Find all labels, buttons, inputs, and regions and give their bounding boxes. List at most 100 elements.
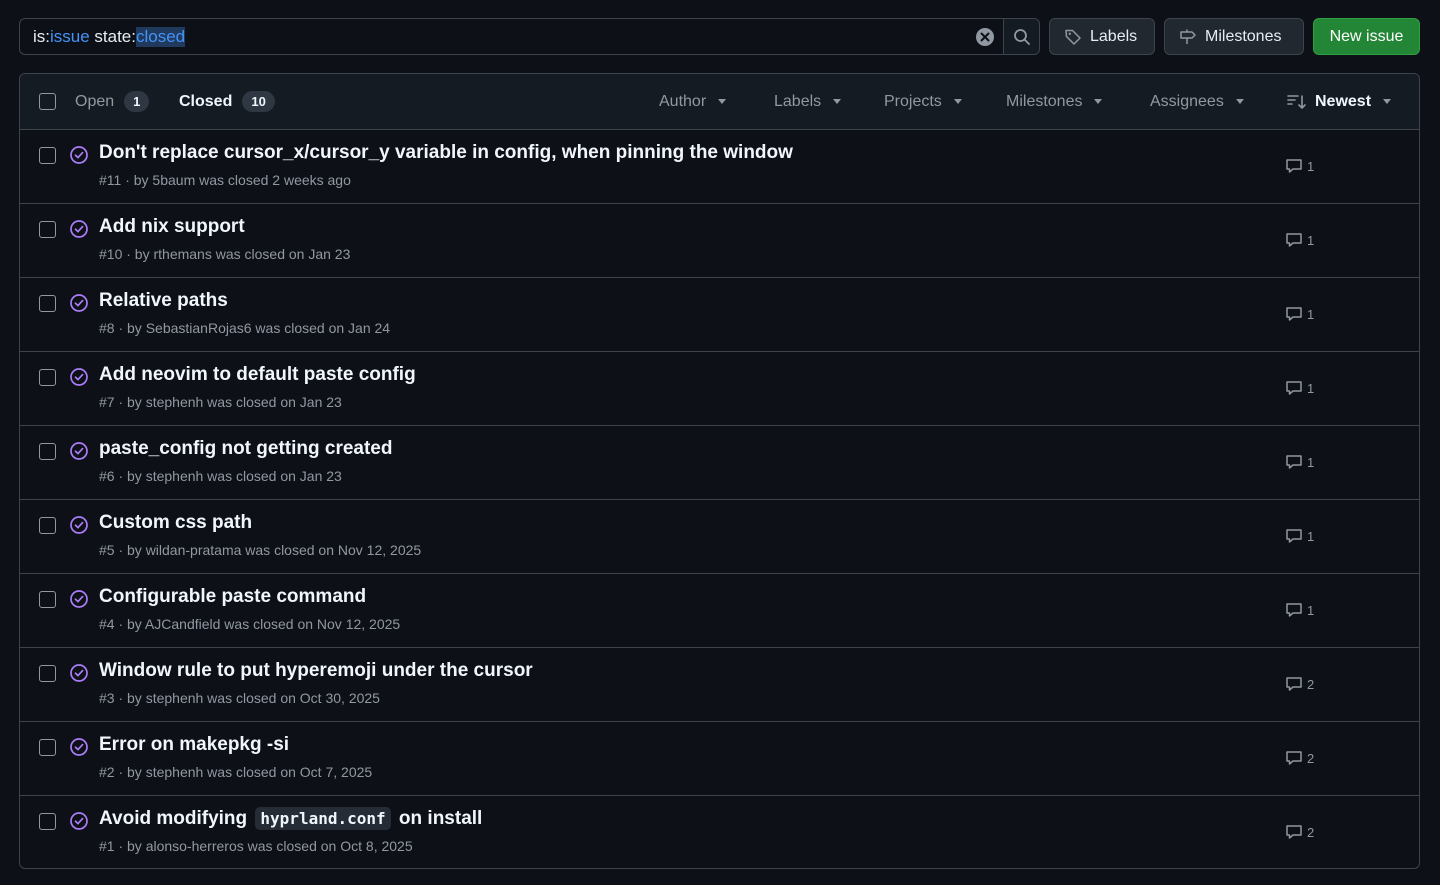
issue-closed-icon [70, 220, 88, 238]
tag-icon [1065, 29, 1081, 45]
issue-comments-link[interactable]: 1 [1285, 527, 1314, 545]
issues-header: Open 1 Closed 10 Author Labels Projects … [20, 74, 1419, 130]
issue-title-text: Avoid modifying [99, 808, 248, 829]
closed-count-badge: 10 [242, 91, 275, 112]
issue-title-link[interactable]: Custom css path [99, 512, 252, 534]
caret-down-icon [953, 99, 962, 104]
issue-meta: #5 · by wildan-pratama was closed on Nov… [99, 542, 422, 558]
labels-button[interactable]: Labels [1049, 18, 1155, 55]
comment-icon [1286, 603, 1302, 617]
issue-closed-icon [70, 812, 88, 830]
issue-meta: #8 · by SebastianRojas6 was closed on Ja… [99, 320, 391, 336]
tab-open[interactable]: Open 1 [75, 91, 150, 112]
issue-checkbox[interactable] [39, 517, 56, 534]
issue-comments-link[interactable]: 2 [1285, 823, 1314, 841]
issue-closed-icon [70, 664, 88, 682]
issue-row: Avoid modifying hyprland.conf on install… [20, 796, 1419, 868]
issue-list: Don't replace cursor_x/cursor_y variable… [20, 130, 1419, 868]
issue-row: Configurable paste command #4 · by AJCan… [20, 574, 1419, 648]
caret-down-icon [833, 99, 842, 104]
comment-icon [1286, 381, 1302, 395]
issue-checkbox[interactable] [39, 665, 56, 682]
assignees-filter[interactable]: Assignees [1150, 93, 1244, 111]
milestones-button-label: Milestones [1205, 27, 1282, 45]
issue-checkbox[interactable] [39, 369, 56, 386]
comment-count: 1 [1307, 380, 1315, 396]
issue-checkbox[interactable] [39, 739, 56, 756]
comment-icon [1286, 751, 1302, 765]
comment-count: 1 [1307, 454, 1315, 470]
issue-checkbox[interactable] [39, 147, 56, 164]
sort-filter[interactable]: Newest [1287, 92, 1392, 111]
assignees-filter-label: Assignees [1150, 92, 1224, 110]
issue-comments-link[interactable]: 1 [1285, 379, 1314, 397]
comment-count: 1 [1307, 528, 1315, 544]
issue-closed-icon [70, 590, 88, 608]
author-filter[interactable]: Author [659, 92, 727, 111]
comment-count: 2 [1307, 824, 1315, 840]
issue-comments-link[interactable]: 1 [1285, 601, 1314, 619]
issue-checkbox[interactable] [39, 813, 56, 830]
issue-closed-icon [70, 738, 88, 756]
search-input[interactable]: is: issue state: closed [20, 19, 967, 54]
issue-row: Custom css path #5 · by wildan-pratama w… [20, 500, 1419, 574]
issue-title-link[interactable]: Relative paths [99, 290, 228, 312]
milestones-filter-label: Milestones [1006, 92, 1083, 110]
issue-title-link[interactable]: Window rule to put hyperemoji under the … [99, 660, 533, 682]
issue-checkbox[interactable] [39, 591, 56, 608]
issue-title-link[interactable]: Avoid modifying hyprland.conf on install [99, 807, 482, 830]
issue-row: Relative paths #8 · by SebastianRojas6 w… [20, 278, 1419, 352]
labels-filter[interactable]: Labels [774, 92, 842, 111]
projects-filter[interactable]: Projects [884, 93, 962, 111]
issue-meta: #7 · by stephenh was closed on Jan 23 [99, 394, 342, 410]
issue-title-link[interactable]: Add neovim to default paste config [99, 364, 416, 386]
issue-title-link[interactable]: paste_config not getting created [99, 438, 392, 460]
issue-checkbox[interactable] [39, 295, 56, 312]
milestones-filter[interactable]: Milestones [1006, 92, 1103, 111]
comment-count: 1 [1307, 232, 1315, 248]
issue-comments-link[interactable]: 1 [1285, 305, 1314, 323]
search-icon [1013, 28, 1030, 45]
labels-filter-label: Labels [774, 92, 822, 110]
issue-closed-icon [70, 442, 88, 460]
select-all-checkbox[interactable] [39, 93, 56, 110]
comment-icon [1286, 307, 1302, 321]
issue-row: Add neovim to default paste config #7 · … [20, 352, 1419, 426]
issue-meta: #2 · by stephenh was closed on Oct 7, 20… [99, 764, 373, 780]
clear-search-button[interactable] [967, 19, 1003, 54]
tab-open-label: Open [75, 92, 115, 110]
issue-comments-link[interactable]: 1 [1285, 157, 1314, 175]
issue-comments-link[interactable]: 2 [1285, 749, 1314, 767]
comment-count: 1 [1307, 158, 1315, 174]
issue-title-link[interactable]: Don't replace cursor_x/cursor_y variable… [99, 142, 793, 164]
issue-comments-link[interactable]: 1 [1285, 453, 1314, 471]
comment-count: 2 [1307, 750, 1315, 766]
milestones-button[interactable]: Milestones [1164, 18, 1304, 55]
sort-filter-label: Newest [1315, 92, 1372, 110]
comment-count: 1 [1307, 306, 1315, 322]
sort-icon [1287, 94, 1306, 109]
issue-title-link[interactable]: Error on makepkg -si [99, 734, 289, 756]
search-button[interactable] [1003, 19, 1039, 54]
new-issue-button[interactable]: New issue [1313, 18, 1420, 55]
caret-down-icon [1235, 99, 1244, 104]
issue-title-link[interactable]: Configurable paste command [99, 586, 366, 608]
issue-checkbox[interactable] [39, 443, 56, 460]
issue-comments-link[interactable]: 2 [1285, 675, 1314, 693]
issue-meta: #11 · by 5baum was closed 2 weeks ago [99, 172, 351, 188]
issue-row: Window rule to put hyperemoji under the … [20, 648, 1419, 722]
comment-icon [1286, 529, 1302, 543]
issues-panel: Open 1 Closed 10 Author Labels Projects … [19, 73, 1420, 869]
issue-comments-link[interactable]: 1 [1285, 231, 1314, 249]
author-filter-label: Author [659, 92, 707, 110]
issue-checkbox[interactable] [39, 221, 56, 238]
caret-down-icon [718, 99, 727, 104]
issue-meta: #3 · by stephenh was closed on Oct 30, 2… [99, 690, 380, 706]
comment-icon [1286, 825, 1302, 839]
issue-title-link[interactable]: Add nix support [99, 216, 245, 238]
search-qualifier: state: [89, 26, 136, 46]
search-box[interactable]: is: issue state: closed [19, 18, 1040, 55]
issue-closed-icon [70, 516, 88, 534]
tab-closed[interactable]: Closed 10 [179, 91, 275, 112]
issue-closed-icon [70, 368, 88, 386]
